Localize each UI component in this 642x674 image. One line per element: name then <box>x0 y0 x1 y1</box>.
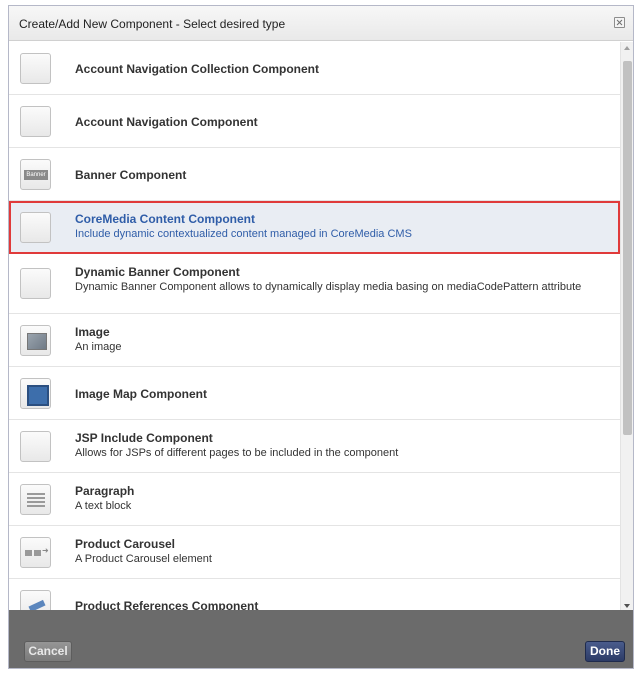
component-name: Dynamic Banner Component <box>75 265 240 279</box>
carousel-icon <box>20 537 51 568</box>
component-list: Account Navigation Collection Component … <box>9 42 620 612</box>
product-references-icon <box>20 590 51 612</box>
create-component-dialog: Create/Add New Component - Select desire… <box>8 5 634 669</box>
done-button[interactable]: Done <box>585 641 625 662</box>
close-icon[interactable] <box>614 17 625 28</box>
blank-component-icon <box>20 212 51 243</box>
cancel-button[interactable]: Cancel <box>24 641 72 662</box>
component-description: A Product Carousel element <box>75 553 212 565</box>
paragraph-icon <box>20 484 51 515</box>
list-item-account-navigation[interactable]: Account Navigation Component <box>9 95 620 148</box>
blank-component-icon <box>20 106 51 137</box>
list-item-paragraph[interactable]: Paragraph A text block <box>9 473 620 526</box>
component-name: Image <box>75 325 110 339</box>
dialog-footer: Cancel Done <box>9 610 633 668</box>
component-name: Paragraph <box>75 484 135 498</box>
list-item-product-carousel[interactable]: Product Carousel A Product Carousel elem… <box>9 526 620 579</box>
scroll-thumb[interactable] <box>623 61 632 435</box>
list-item-banner[interactable]: Banner Component <box>9 148 620 201</box>
list-item-jsp-include[interactable]: JSP Include Component Allows for JSPs of… <box>9 420 620 473</box>
blank-component-icon <box>20 268 51 299</box>
scroll-down-arrow-icon[interactable] <box>624 604 630 608</box>
component-name: JSP Include Component <box>75 431 213 445</box>
component-description: A text block <box>75 500 132 512</box>
component-list-area[interactable]: Account Navigation Collection Component … <box>9 42 633 612</box>
list-item-product-references[interactable]: Product References Component <box>9 579 620 612</box>
component-name: Account Navigation Component <box>75 115 258 129</box>
dialog-title: Create/Add New Component - Select desire… <box>19 17 286 31</box>
component-description: Dynamic Banner Component allows to dynam… <box>75 281 582 293</box>
component-name: Banner Component <box>75 168 187 182</box>
list-item-account-navigation-collection[interactable]: Account Navigation Collection Component <box>9 42 620 95</box>
image-map-icon <box>20 378 51 409</box>
component-name: Product Carousel <box>75 537 176 551</box>
component-name: Image Map Component <box>75 387 208 401</box>
list-item-image[interactable]: Image An image <box>9 314 620 367</box>
list-item-coremedia-content[interactable]: CoreMedia Content Component Include dyna… <box>9 201 620 254</box>
component-name: Account Navigation Collection Component <box>75 62 320 76</box>
component-description: Allows for JSPs of different pages to be… <box>75 447 399 459</box>
list-item-image-map[interactable]: Image Map Component <box>9 367 620 420</box>
component-description: Include dynamic contextualized content m… <box>75 228 412 240</box>
blank-component-icon <box>20 431 51 462</box>
component-name: CoreMedia Content Component <box>75 212 255 226</box>
banner-icon <box>20 159 51 190</box>
list-item-dynamic-banner[interactable]: Dynamic Banner Component Dynamic Banner … <box>9 254 620 314</box>
dialog-titlebar[interactable]: Create/Add New Component - Select desire… <box>9 6 633 41</box>
list-scrollbar[interactable] <box>620 42 633 612</box>
component-description: An image <box>75 341 122 353</box>
image-icon <box>20 325 51 356</box>
scroll-up-arrow-icon[interactable] <box>624 46 630 50</box>
blank-component-icon <box>20 53 51 84</box>
